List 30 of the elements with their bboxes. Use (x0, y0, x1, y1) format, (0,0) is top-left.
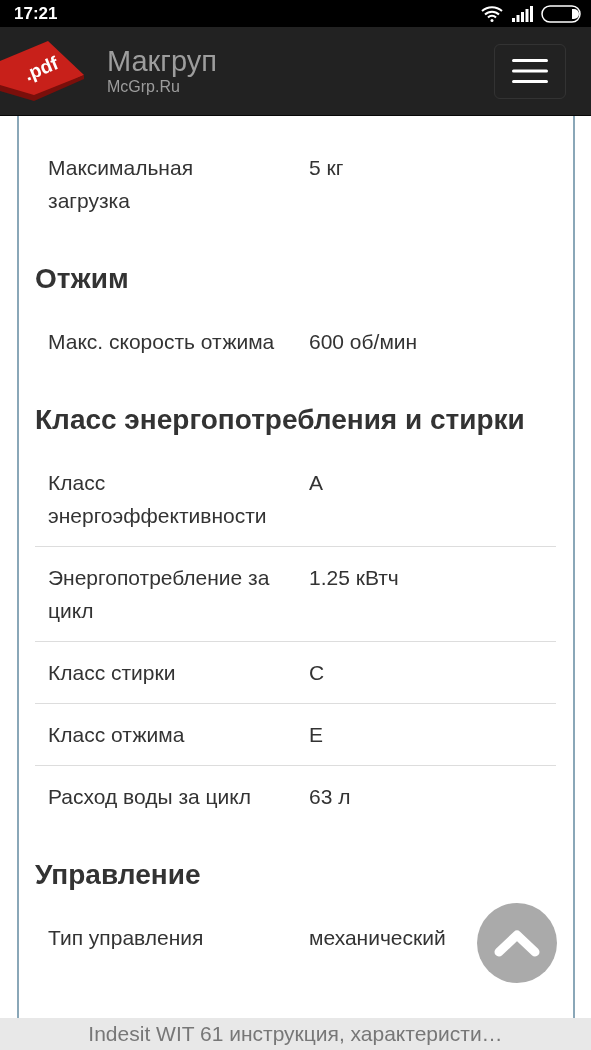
pdf-logo[interactable]: .pdf (0, 41, 86, 101)
spec-label: Энергопотребление за цикл (48, 565, 271, 624)
spec-label: Расход воды за цикл (48, 784, 252, 810)
section-heading: Управление (35, 858, 202, 892)
spec-label: Класс энергоэффективности (48, 470, 268, 529)
spec-label: Класс стирки (48, 660, 177, 686)
spec-label: Тип управления (48, 925, 205, 951)
status-time: 17:21 (14, 2, 58, 25)
section-heading: Отжим (35, 262, 130, 296)
spec-value: 1.25 кВтч (309, 565, 399, 591)
spec-value: 600 об/мин (309, 329, 418, 355)
spec-value: механический (309, 925, 446, 951)
battery-icon (541, 4, 581, 23)
menu-icon (512, 59, 548, 83)
spec-value: 63 л (309, 784, 351, 810)
menu-button[interactable] (494, 43, 566, 99)
signal-icon (511, 5, 533, 22)
site-title[interactable]: Макгруп (107, 46, 494, 79)
section-heading: Класс энергопотребления и стирки (35, 403, 526, 437)
site-subtitle: McGrp.Ru (107, 78, 181, 96)
spec-value: A (309, 470, 323, 496)
spec-value: E (309, 722, 323, 748)
spec-value: C (309, 660, 325, 686)
page-title-bar: Indesit WIT 61 инструкция, характеристи… (0, 1018, 591, 1050)
spec-value: 5 кг (309, 155, 344, 181)
wifi-icon (481, 5, 503, 22)
chevron-up-icon (494, 929, 540, 957)
spec-label: Макс. скорость отжима (48, 329, 276, 355)
spec-label: Максимальная загрузка (48, 155, 195, 214)
spec-label: Класс отжима (48, 722, 186, 748)
